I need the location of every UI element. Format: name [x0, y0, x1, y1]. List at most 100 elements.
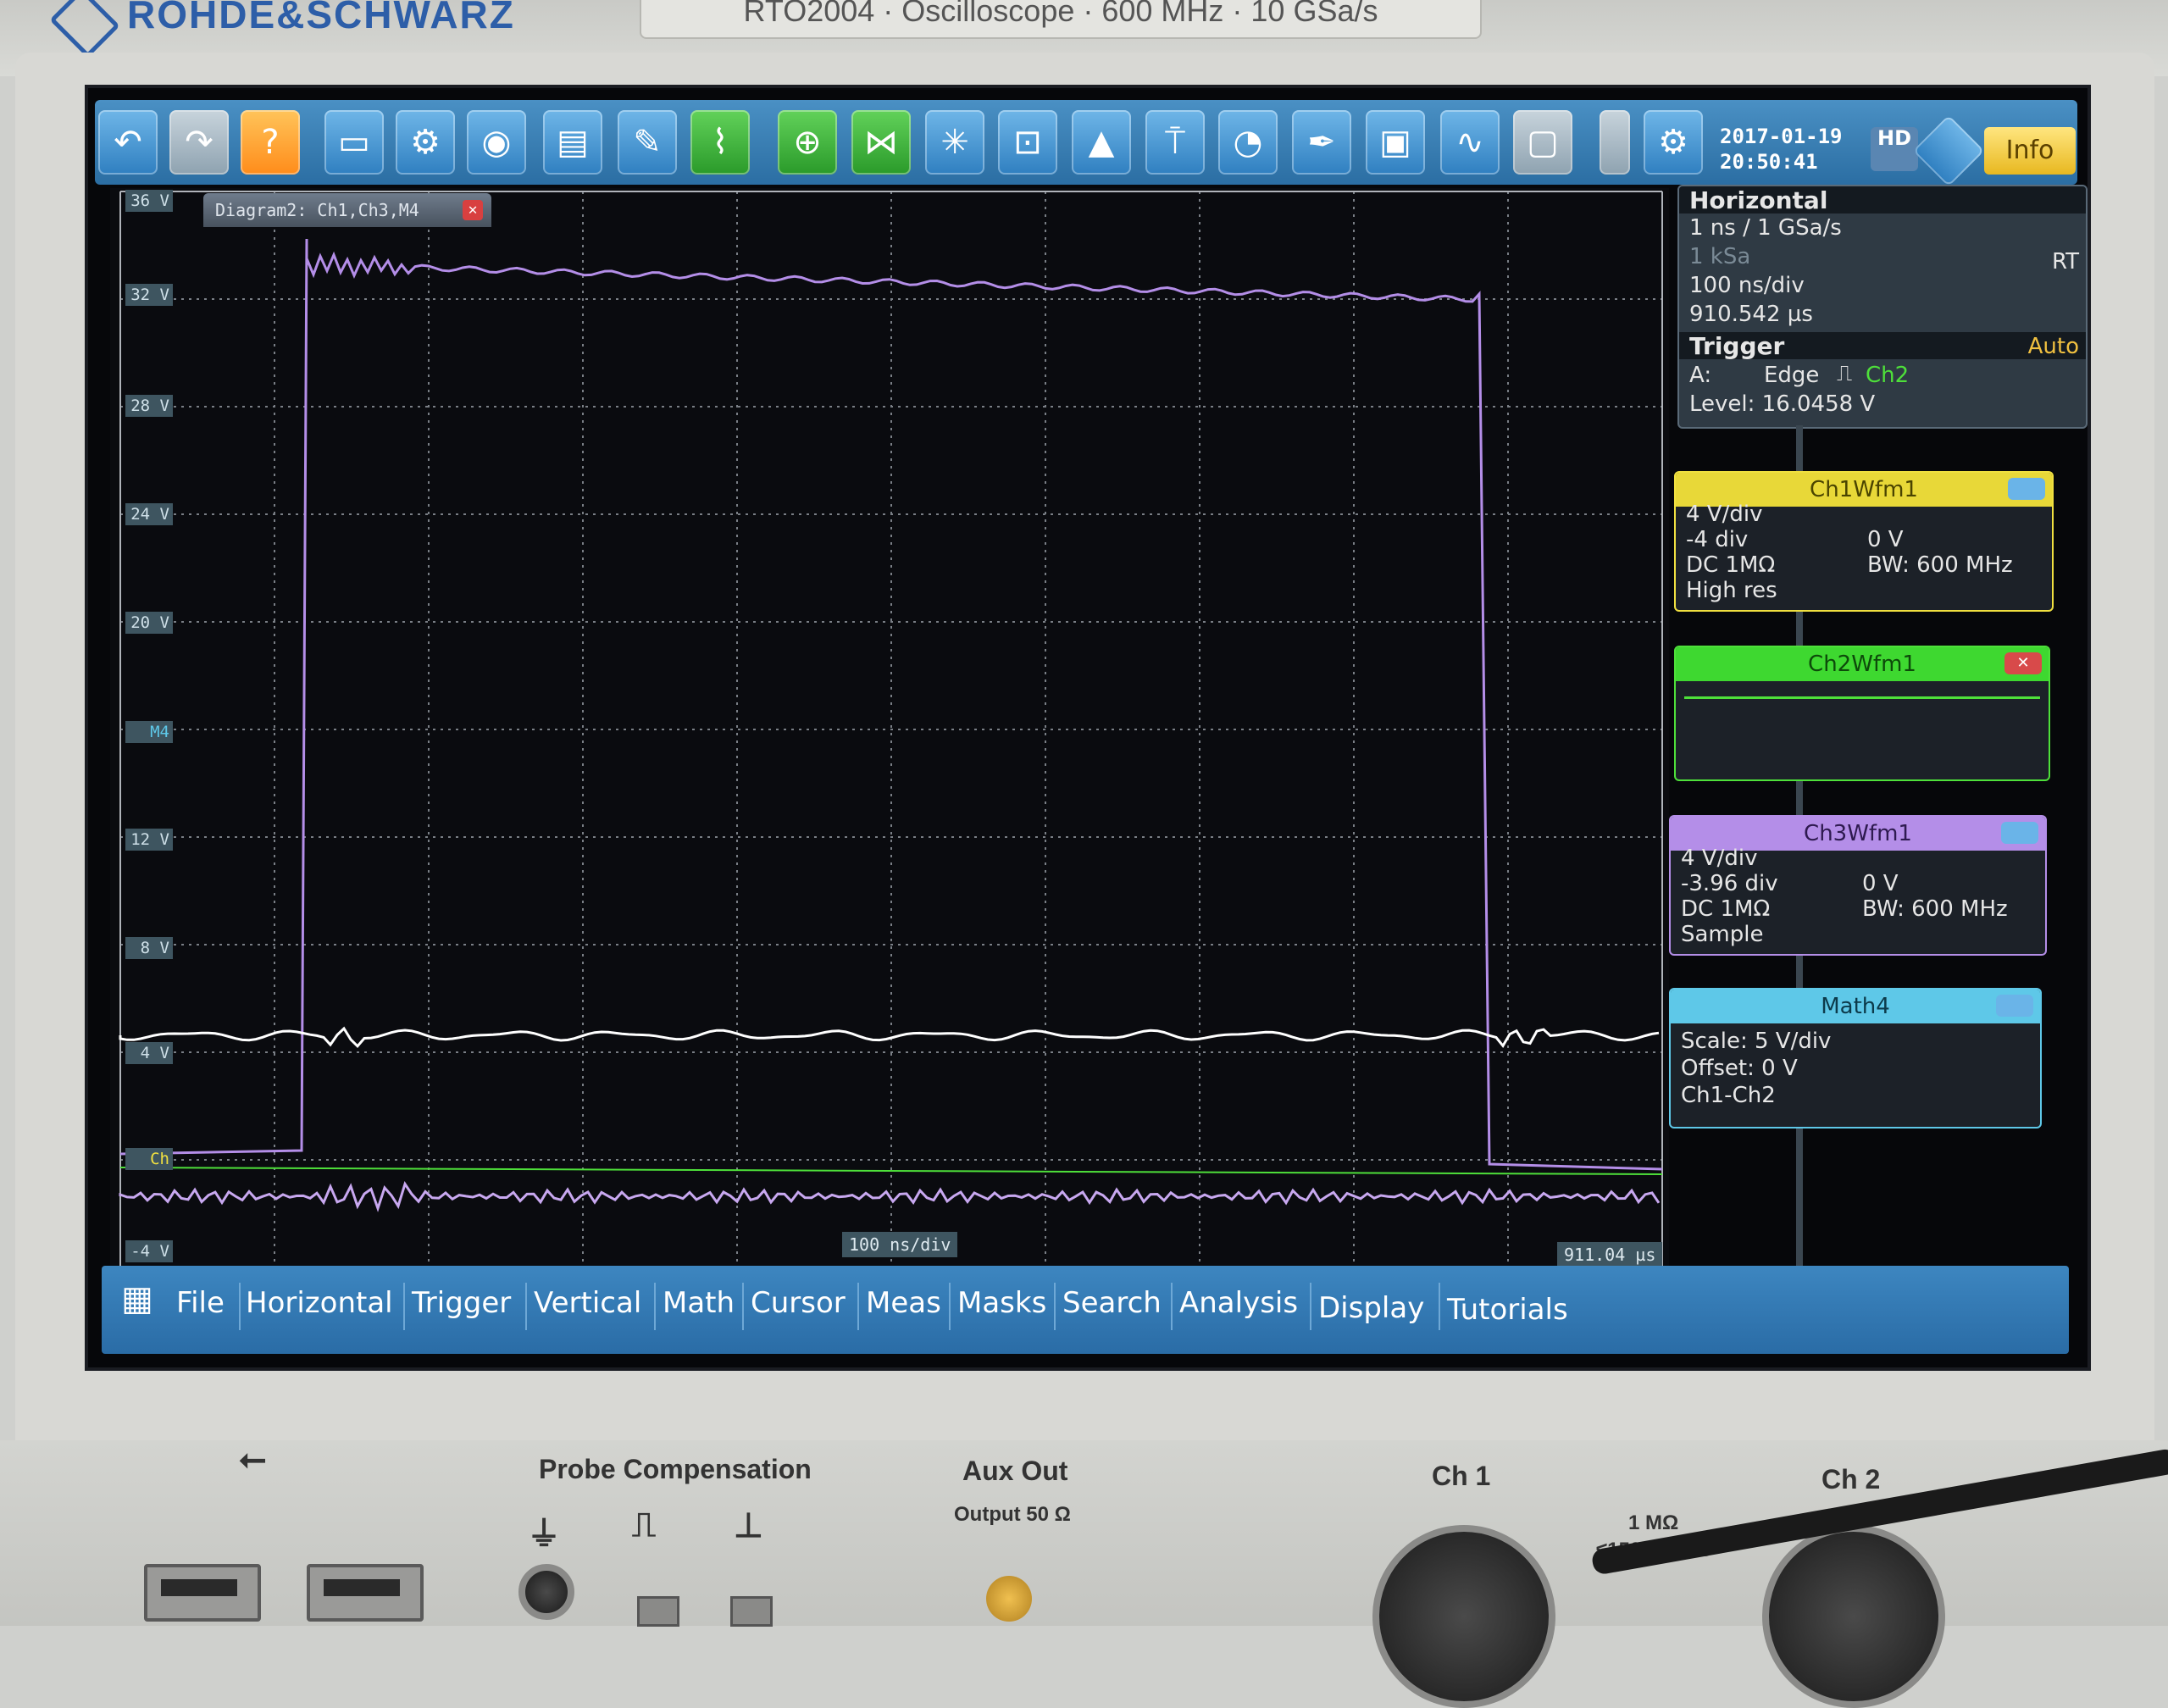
spectrum-icon[interactable]: ∿ [1440, 110, 1500, 175]
model-plate: RTO2004 · Oscilloscope · 600 MHz · 10 GS… [640, 0, 1482, 39]
menu-separator [239, 1283, 241, 1330]
info-button[interactable]: Info [1984, 127, 2076, 175]
probe-icon[interactable]: ✒ [1292, 110, 1351, 175]
y-label: 4 V [125, 1042, 173, 1064]
square-wave-icon: ⎍ [632, 1506, 656, 1544]
help-icon[interactable]: ? [241, 110, 300, 175]
measure-icon[interactable]: ◔ [1218, 110, 1278, 175]
minimize-icon[interactable] [2008, 478, 2045, 500]
time: 20:50:41 [1720, 150, 1818, 174]
mask-icon[interactable]: ⊡ [998, 110, 1057, 175]
aux-out-connector[interactable] [986, 1576, 1032, 1622]
ch3-acq: Sample [1681, 922, 1764, 947]
autoset-icon[interactable]: ⌇ [690, 110, 750, 175]
menu-separator [1310, 1283, 1311, 1330]
ch1-panel[interactable]: Ch1Wfm1 4 V/div -4 div 0 V DC 1MΩ BW: 60… [1674, 471, 2054, 612]
screenshot-icon[interactable]: ◉ [467, 110, 526, 175]
usb-port[interactable] [144, 1564, 261, 1622]
binoculars-icon[interactable]: ⋈ [851, 110, 911, 175]
waveform-grid [119, 191, 1663, 1268]
ch1-offset-v: 0 V [1867, 527, 1904, 552]
display-icon[interactable]: ▢ [1513, 110, 1572, 175]
histogram-icon[interactable]: ▲ [1072, 110, 1131, 175]
ch1-acq: High res [1686, 578, 1777, 603]
hd-badge[interactable]: HD [1871, 127, 1918, 171]
clear-icon[interactable]: ✎ [618, 110, 677, 175]
menu-horizontal[interactable]: Horizontal [246, 1286, 393, 1320]
close-icon[interactable]: ✕ [2004, 652, 2042, 674]
save-setup-icon[interactable]: ⚙ [396, 110, 455, 175]
usb-icon: ⭠ [239, 1440, 266, 1478]
y-label: 28 V [125, 395, 173, 417]
apps-grid-icon[interactable]: ▦ [110, 1278, 164, 1320]
undo-icon[interactable]: ↶ [98, 110, 158, 175]
menu-file[interactable]: File [176, 1286, 225, 1320]
open-folder-icon[interactable]: ▭ [324, 110, 384, 175]
brand-name: ROHDE&SCHWARZ [127, 0, 515, 36]
trigger-level: Level: 16.0458 V [1689, 391, 1876, 417]
ch2-bnc-connector[interactable] [1762, 1525, 1945, 1708]
settings-icon[interactable]: ⚙ [1644, 110, 1703, 175]
ground-terminal-icon: ⊥ [734, 1507, 763, 1544]
diagram-tab-title: Diagram2: Ch1,Ch3,M4 [215, 200, 419, 220]
ground-icon: ⏚ [527, 1516, 561, 1553]
probe-comp-ground-terminal[interactable] [518, 1564, 574, 1620]
save-waveform-icon[interactable]: ▣ [1366, 110, 1425, 175]
menu-masks[interactable]: Masks [957, 1286, 1046, 1320]
probe-comp-square-terminal[interactable] [637, 1596, 679, 1627]
redo-icon[interactable]: ↷ [169, 110, 229, 175]
ch2-header[interactable]: Ch2Wfm1 ✕ [1676, 647, 2049, 681]
horizontal-resolution: 1 ns / 1 GSa/s [1689, 215, 1842, 241]
report-icon[interactable]: ▤ [543, 110, 602, 175]
aux-out-label: Aux Out [962, 1456, 1068, 1486]
y-label: 20 V [125, 612, 173, 634]
menu-cursor[interactable]: Cursor [751, 1286, 846, 1320]
math4-panel[interactable]: Math4 Scale: 5 V/div Offset: 0 V Ch1-Ch2 [1669, 988, 2042, 1128]
ch3-panel[interactable]: Ch3Wfm1 4 V/div -3.96 div 0 V DC 1MΩ BW:… [1669, 815, 2047, 956]
diagram-tab[interactable]: Diagram2: Ch1,Ch3,M4 ✕ [203, 193, 491, 227]
ch2-mini-trace [1684, 696, 2040, 699]
ch1-scale: 4 V/div [1686, 502, 1763, 527]
menu-tutorials[interactable]: Tutorials [1447, 1293, 1568, 1327]
usb-port[interactable] [307, 1564, 424, 1622]
y-label: 12 V [125, 829, 173, 851]
trigger-source: Ch2 [1866, 363, 1910, 388]
datetime: 2017-01-19 20:50:41 [1720, 124, 1843, 175]
minimize-icon[interactable] [1996, 995, 2033, 1017]
marker-icon[interactable]: ⍑ [1145, 110, 1205, 175]
menu-separator [1054, 1283, 1056, 1330]
rising-edge-icon: ⎍ [1837, 361, 1853, 386]
menu-analysis[interactable]: Analysis [1179, 1286, 1298, 1320]
menu-trigger[interactable]: Trigger [412, 1286, 511, 1320]
ch1-input-label: Ch 1 [1432, 1461, 1491, 1491]
ch3-bandwidth: BW: 600 MHz [1862, 896, 2008, 922]
minimize-icon[interactable] [2001, 822, 2038, 844]
fft-icon[interactable]: ✳ [925, 110, 984, 175]
math4-expression: Ch1-Ch2 [1681, 1083, 1776, 1108]
menu-meas[interactable]: Meas [866, 1286, 941, 1320]
y-label-ch: Ch [125, 1148, 173, 1170]
timebase-label: 100 ns/div [842, 1232, 958, 1257]
probe-comp-ground-hook[interactable] [730, 1596, 773, 1627]
menu-math[interactable]: Math [663, 1286, 735, 1320]
menu-display[interactable]: Display [1318, 1291, 1424, 1325]
menu-separator [403, 1283, 405, 1330]
ch1-bnc-connector[interactable] [1372, 1525, 1555, 1708]
ch2-panel[interactable]: Ch2Wfm1 ✕ [1674, 646, 2050, 781]
toolbar-scroll-handle[interactable] [1600, 110, 1630, 175]
zoom-icon[interactable]: ⊕ [778, 110, 837, 175]
trigger-type: Edge [1764, 363, 1820, 388]
ch3-scale: 4 V/div [1681, 846, 1758, 871]
horizontal-trigger-panel[interactable]: Horizontal 1 ns / 1 GSa/s 1 kSa RT 100 n… [1677, 185, 2088, 429]
ch3-coupling: DC 1MΩ [1681, 896, 1771, 922]
probe-compensation-label: Probe Compensation [539, 1454, 812, 1484]
close-icon[interactable]: ✕ [463, 200, 483, 220]
math4-header[interactable]: Math4 [1671, 990, 2040, 1023]
menu-separator [949, 1283, 951, 1330]
menu-vertical[interactable]: Vertical [534, 1286, 641, 1320]
ch1-offset-div: -4 div [1686, 527, 1749, 552]
menu-separator [742, 1283, 744, 1330]
y-label: 36 V [125, 190, 173, 212]
horizontal-record-length: 1 kSa [1689, 244, 1751, 269]
menu-search[interactable]: Search [1062, 1286, 1162, 1320]
